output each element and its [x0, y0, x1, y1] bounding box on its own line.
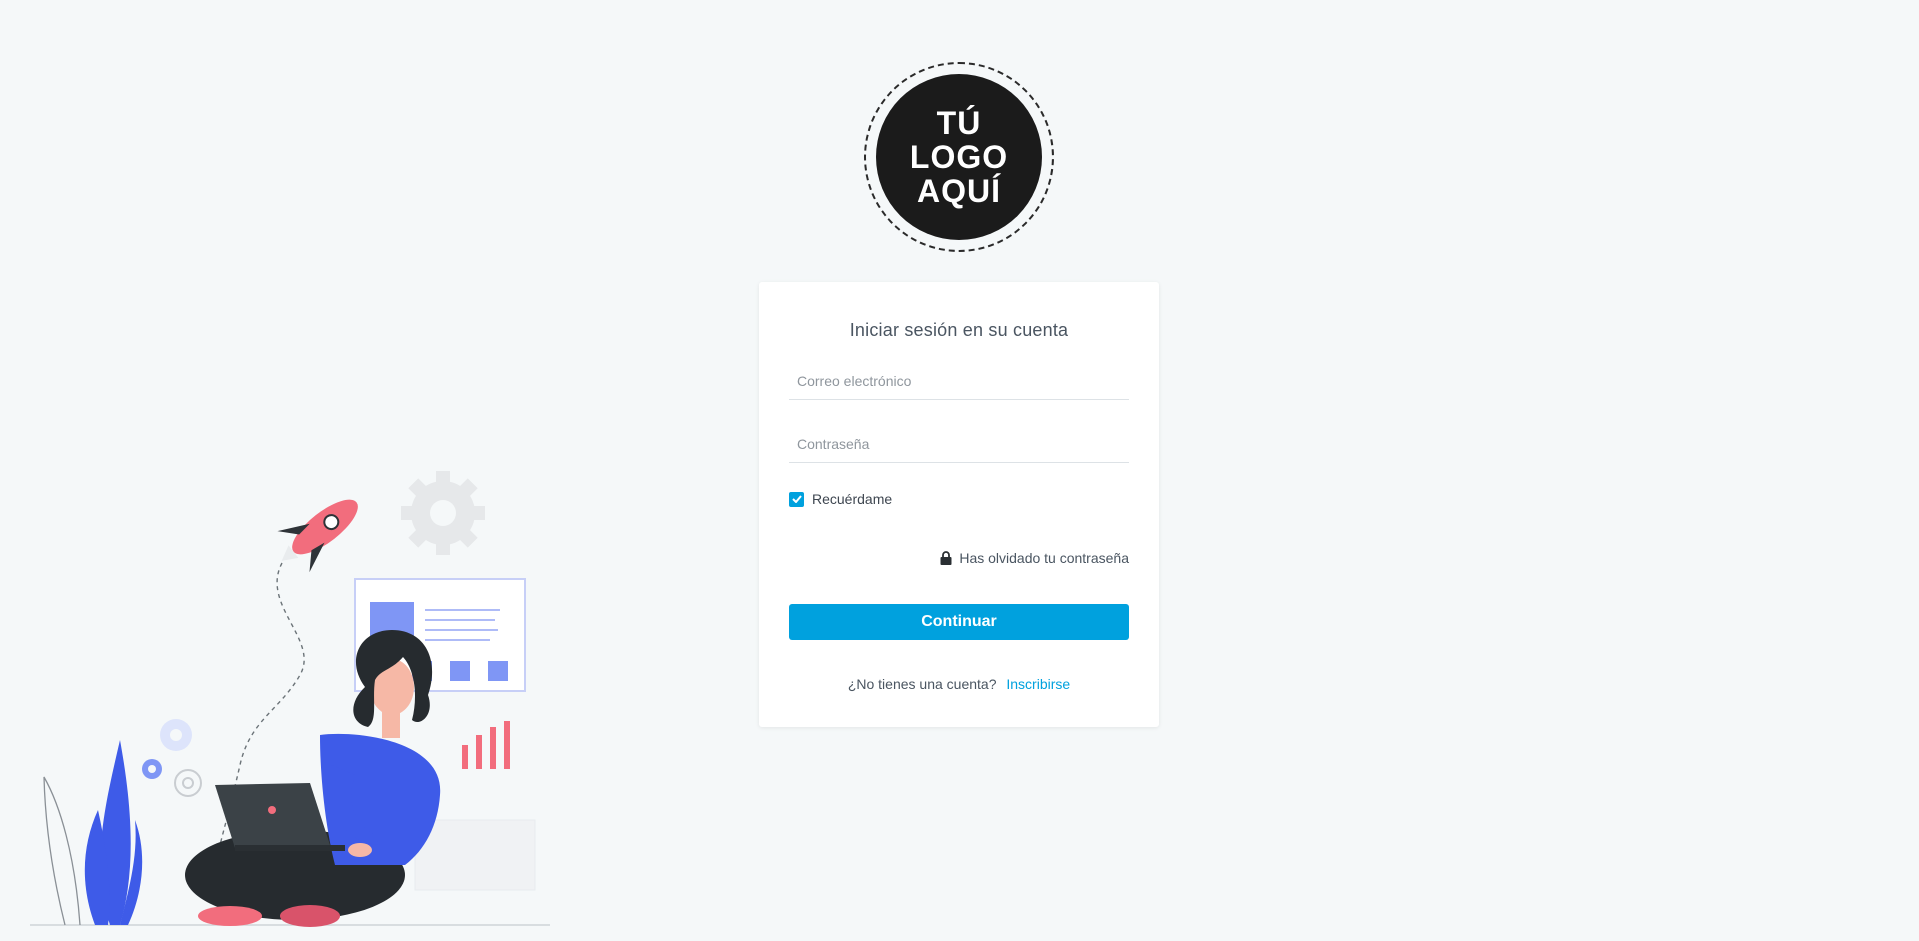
remember-me[interactable]: Recuérdame: [789, 491, 892, 507]
logo-line-3: AQUÍ: [917, 173, 1001, 209]
lock-icon: [940, 551, 952, 565]
forgot-password-link[interactable]: Has olvidado tu contraseña: [940, 550, 1129, 566]
email-field-wrapper: [789, 363, 1129, 400]
person-with-laptop-illustration: [30, 471, 550, 927]
no-account-text: ¿No tienes una cuenta?: [847, 676, 997, 692]
signup-row: ¿No tienes una cuenta? Inscribirse: [759, 676, 1159, 692]
rocket-icon: [277, 499, 358, 573]
login-card: Iniciar sesión en su cuenta Recuérdame: [759, 282, 1159, 727]
logo-line-2: LOGO: [909, 139, 1009, 175]
remember-label: Recuérdame: [812, 491, 893, 507]
gear-icon: [401, 471, 485, 555]
password-field-wrapper: [789, 426, 1129, 463]
login-page: TÚ LOGO AQUÍ Iniciar sesión en su cuenta…: [0, 0, 1919, 941]
forgot-password-label: Has olvidado tu contraseña: [959, 550, 1129, 566]
logo: TÚ LOGO AQUÍ: [864, 62, 1054, 252]
remember-checkbox[interactable]: [789, 491, 804, 507]
check-icon: [791, 495, 802, 503]
email-input[interactable]: [789, 363, 1129, 399]
signup-link[interactable]: Inscribirse: [1006, 676, 1070, 692]
logo-badge: TÚ LOGO AQUÍ: [876, 74, 1042, 240]
password-input[interactable]: [789, 426, 1129, 462]
login-title: Iniciar sesión en su cuenta: [849, 320, 1069, 340]
continue-button[interactable]: Continuar: [789, 604, 1129, 640]
logo-line-1: TÚ: [936, 105, 982, 141]
